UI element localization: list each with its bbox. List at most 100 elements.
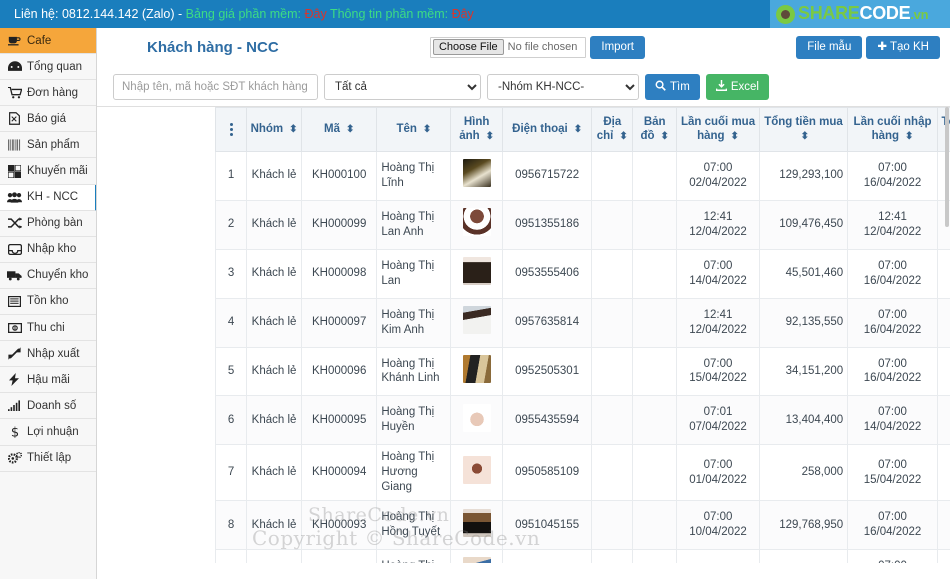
- row-menu-header[interactable]: [214, 107, 248, 152]
- cell-group: Khách lẻ: [246, 500, 303, 550]
- dollar-icon: $: [7, 425, 22, 439]
- col-header-tong-tien-mua[interactable]: Tổng tiền mua ⬍: [758, 107, 849, 152]
- col-header-lan-cuoi-mua-hang[interactable]: Lần cuối mua hàng ⬍: [676, 107, 760, 152]
- table-row[interactable]: 1 Khách lẻ KH000100 Hoàng Thị Lĩnh 095671572…: [214, 151, 950, 201]
- sidebar-item-nhap-kho[interactable]: Nhập kho: [0, 237, 96, 263]
- status-filter-select[interactable]: Tất cả: [324, 74, 481, 100]
- magnifier-icon: [655, 80, 666, 95]
- col-header-label: Lần cuối mua hàng: [680, 116, 756, 143]
- customer-avatar: [462, 257, 491, 286]
- cell-name[interactable]: Hoàng Thị Huyền: [376, 395, 452, 446]
- cell-code[interactable]: KH000095: [301, 395, 378, 446]
- scrollbar-thumb[interactable]: [945, 107, 949, 227]
- cell-name[interactable]: Hoàng Thị Kim Anh: [376, 297, 452, 348]
- sidebar-item-phong-ban[interactable]: Phòng bàn: [0, 211, 96, 237]
- cell-phone: 0957635814: [501, 297, 593, 348]
- file-mau-button[interactable]: File mẫu: [796, 36, 863, 59]
- col-header-nhom[interactable]: Nhóm ⬍: [246, 107, 303, 152]
- group-filter-select[interactable]: -Nhóm KH-NCC-: [487, 74, 639, 100]
- no-file-chosen-text: No file chosen: [507, 41, 578, 54]
- sidebar-item-don-hang[interactable]: Đơn hàng: [0, 80, 96, 107]
- sidebar-item-chuyen-kho[interactable]: Chuyển kho: [0, 263, 96, 289]
- cell-index: 4: [214, 297, 248, 348]
- sidebar-item-san-pham[interactable]: Sản phẩm: [0, 132, 96, 159]
- cell-name[interactable]: Hoàng Thị Hương Giang: [376, 444, 452, 502]
- cell-address: [591, 395, 634, 446]
- sidebar-item-cafe[interactable]: Cafe: [0, 28, 96, 55]
- sidebar-item-thu-chi[interactable]: Thu chi: [0, 315, 96, 342]
- cell-code[interactable]: KH000092: [301, 548, 378, 563]
- cell-last-import: 07:00 16/04/2022: [847, 297, 938, 348]
- kebab-menu-icon[interactable]: [219, 123, 243, 136]
- cell-code[interactable]: KH000100: [301, 151, 378, 201]
- cell-code[interactable]: KH000093: [301, 500, 378, 550]
- sidebar-item-kh-ncc[interactable]: KH - NCC: [0, 184, 96, 211]
- table-row[interactable]: 5 Khách lẻ KH000096 Hoàng Thị Khánh Linh 095…: [214, 346, 950, 397]
- cell-phone: 0950585109: [501, 444, 593, 502]
- sharecode-logo[interactable]: SHARECODE.vn: [770, 0, 950, 28]
- table-row[interactable]: 2 Khách lẻ KH000099 Hoàng Thị Lan Anh 095135…: [214, 199, 950, 250]
- info-link[interactable]: Đây: [452, 7, 474, 21]
- cell-image: [450, 297, 503, 348]
- sidebar-item-loi-nhuan[interactable]: $ Lợi nhuận: [0, 419, 96, 446]
- search-input[interactable]: [113, 74, 318, 100]
- col-header-dia-chi[interactable]: Địa chỉ ⬍: [591, 107, 634, 152]
- sidebar-item-ton-kho[interactable]: Tồn kho: [0, 289, 96, 316]
- choose-file-button[interactable]: Choose File: [432, 39, 504, 56]
- sidebar-item-tong-quan[interactable]: Tổng quan: [0, 54, 96, 81]
- price-link[interactable]: Đây: [304, 7, 326, 21]
- sidebar: Cafe Tổng quan Đơn hàng Báo giá Sản phẩm: [0, 28, 97, 579]
- table-row[interactable]: 3 Khách lẻ KH000098 Hoàng Thị Lan 0953555406…: [214, 248, 950, 299]
- table-row[interactable]: 6 Khách lẻ KH000095 Hoàng Thị Huyền 09554355…: [214, 395, 950, 446]
- cell-last-buy: 07:00 14/04/2022: [676, 248, 760, 299]
- table-row[interactable]: 9Khách lẻKH000092Hoàng Thị Hồng Nhung 095…: [214, 548, 950, 563]
- cell-code[interactable]: KH000097: [301, 297, 378, 348]
- cell-code[interactable]: KH000094: [301, 444, 378, 502]
- col-header-ma[interactable]: Mã ⬍: [301, 107, 378, 152]
- table-row[interactable]: 4 Khách lẻ KH000097 Hoàng Thị Kim Anh 095763…: [214, 297, 950, 348]
- sidebar-item-label: Báo giá: [27, 112, 67, 125]
- cell-image: [450, 151, 503, 201]
- table-row[interactable]: 8 Khách lẻ KH000093 Hoàng Thị Hồng Tuyết 095…: [214, 500, 950, 550]
- cell-code[interactable]: KH000099: [301, 199, 378, 250]
- cell-phone: 0955435594: [501, 395, 593, 446]
- cell-name[interactable]: Hoàng Thị Hồng Tuyết: [376, 500, 452, 550]
- tao-kh-button[interactable]: ✚ Tạo KH: [866, 36, 940, 59]
- customer-table: Nhóm ⬍ Mã ⬍ Tên ⬍ Hình ảnh ⬍ Điện thoại …: [214, 107, 950, 563]
- sidebar-item-nhap-xuat[interactable]: Nhập xuất: [0, 341, 96, 368]
- cell-phone: 0951045155: [501, 500, 593, 550]
- col-header-lan-cuoi-nhap-hang[interactable]: Lần cuối nhập hàng ⬍: [847, 107, 938, 152]
- cell-last-buy: 12:41 12/04/2022: [676, 199, 760, 250]
- sidebar-item-khuyen-mai[interactable]: Khuyến mãi: [0, 158, 96, 185]
- filter-bar: Tất cả -Nhóm KH-NCC- Tìm Excel: [97, 68, 950, 106]
- sidebar-item-label: Phòng bàn: [27, 217, 83, 230]
- customer-avatar: [462, 354, 491, 383]
- table-row[interactable]: 7 Khách lẻ KH000094 Hoàng Thị Hương Giang 09…: [214, 444, 950, 502]
- contact-phone: Liên hệ: 0812.144.142 (Zalo) -: [14, 7, 186, 21]
- sidebar-item-bao-gia[interactable]: Báo giá: [0, 106, 96, 133]
- col-header-dien-thoai[interactable]: Điện thoại ⬍: [501, 107, 593, 152]
- cell-address: [591, 199, 634, 250]
- sidebar-item-doanh-so[interactable]: Doanh số: [0, 393, 96, 420]
- sidebar-item-hau-mai[interactable]: Hậu mãi: [0, 367, 96, 394]
- cell-name[interactable]: Hoàng Thị Lĩnh: [376, 151, 452, 201]
- cell-name[interactable]: Hoàng Thị Lan: [376, 248, 452, 299]
- cell-code[interactable]: KH000096: [301, 346, 378, 397]
- cell-name[interactable]: Hoàng Thị Hồng Nhung: [376, 548, 452, 563]
- col-header-hinh-anh[interactable]: Hình ảnh ⬍: [450, 107, 503, 152]
- svg-text:$: $: [10, 426, 18, 439]
- import-button[interactable]: Import: [590, 36, 645, 59]
- sidebar-item-thiet-lap[interactable]: Thiết lập: [0, 446, 96, 472]
- cell-code[interactable]: KH000098: [301, 248, 378, 299]
- vertical-scrollbar[interactable]: [944, 107, 950, 563]
- col-header-label: Lần cuối nhập hàng: [853, 116, 932, 143]
- col-header-ten[interactable]: Tên ⬍: [376, 107, 452, 152]
- cell-name[interactable]: Hoàng Thị Lan Anh: [376, 199, 452, 250]
- excel-export-button[interactable]: Excel: [705, 74, 769, 100]
- file-input[interactable]: Choose File No file chosen: [429, 36, 587, 58]
- grid-blocks-icon: [7, 164, 22, 178]
- cell-name[interactable]: Hoàng Thị Khánh Linh: [376, 346, 452, 397]
- col-header-ban-do[interactable]: Bản đồ ⬍: [632, 107, 678, 152]
- cell-address: [591, 444, 634, 502]
- search-button[interactable]: Tìm: [645, 74, 700, 100]
